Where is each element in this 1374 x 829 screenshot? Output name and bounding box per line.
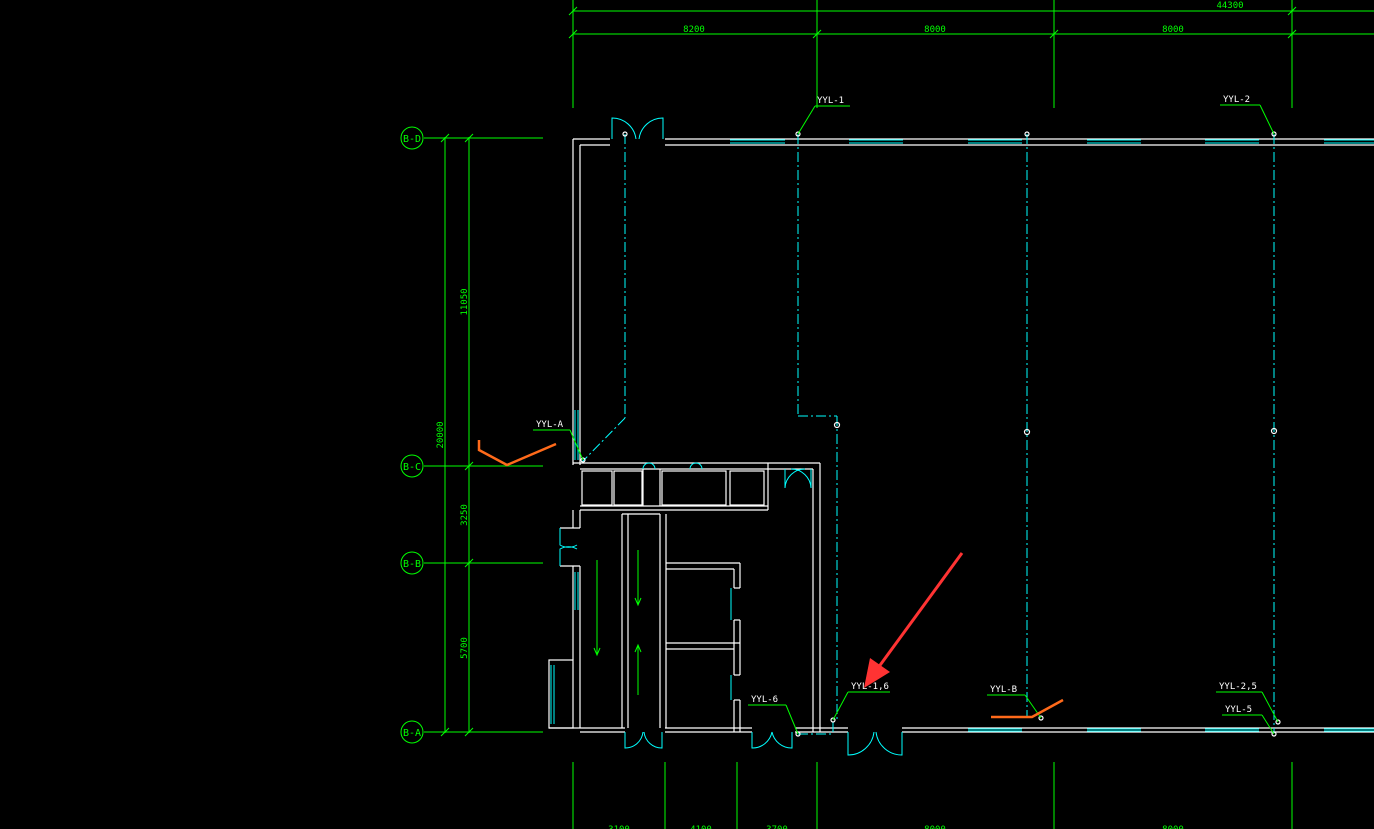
label-yyl-6: YYL-6 xyxy=(748,695,799,735)
label-text: YYL-6 xyxy=(751,695,778,705)
windows xyxy=(550,139,1374,732)
label-yyl-1-6: YYL-1,6 xyxy=(832,682,890,721)
axis-bubble-b-b: B-B xyxy=(400,551,424,575)
dim-bottom-5: 8000 xyxy=(1162,825,1184,829)
drain-pipes xyxy=(581,134,1275,735)
dim-bottom-2: 4100 xyxy=(690,825,712,829)
top-dimension-chain xyxy=(568,0,1374,108)
label-text: YYL-5 xyxy=(1225,705,1252,715)
dim-top-span-1: 8200 xyxy=(683,25,705,35)
axis-bubble-b-c: B-C xyxy=(400,454,424,478)
label-yyl-2: YYL-2 xyxy=(1220,95,1275,135)
annotation-arrow xyxy=(864,552,964,688)
dim-top-span-3: 8000 xyxy=(1162,25,1184,35)
cad-drawing-canvas[interactable]: 44300 8200 8000 8000 3100 4100 3700 8000… xyxy=(0,0,1374,829)
label-text: YYL-A xyxy=(536,420,564,430)
pipe-nodes xyxy=(580,131,1281,737)
axis-label: B-D xyxy=(403,134,421,145)
doors xyxy=(559,117,903,756)
label-text: YYL-2 xyxy=(1223,95,1250,105)
label-yyl-2-5: YYL-2,5 xyxy=(1216,682,1279,723)
label-yyl-b: YYL-B xyxy=(987,685,1042,719)
break-mark-left xyxy=(477,440,557,467)
building-walls xyxy=(548,138,1374,733)
dim-bottom-1: 3100 xyxy=(608,825,630,829)
label-yyl-5: YYL-5 xyxy=(1222,705,1275,735)
label-text: YYL-1 xyxy=(817,96,844,106)
axis-label: B-B xyxy=(403,559,421,570)
dim-bottom-3: 3700 xyxy=(766,825,788,829)
dim-top-total: 44300 xyxy=(1216,1,1243,11)
label-yyl-1: YYL-1 xyxy=(797,96,850,135)
axis-bubble-b-a: B-A xyxy=(400,720,424,744)
label-text: YYL-2,5 xyxy=(1219,682,1257,692)
bottom-dimension-chain xyxy=(572,762,1293,829)
dim-top-span-2: 8000 xyxy=(924,25,946,35)
dim-left-total: 20000 xyxy=(436,421,446,448)
stair-arrows xyxy=(593,550,642,695)
dim-left-span-3: 5700 xyxy=(460,637,470,659)
axis-label: B-C xyxy=(403,462,421,473)
dim-left-span-2: 3250 xyxy=(460,504,470,526)
dim-left-span-1: 11050 xyxy=(460,288,470,315)
axis-label: B-A xyxy=(403,728,421,739)
axis-bubble-b-d: B-D xyxy=(400,126,424,150)
label-text: YYL-B xyxy=(990,685,1017,695)
dim-bottom-4: 8000 xyxy=(924,825,946,829)
